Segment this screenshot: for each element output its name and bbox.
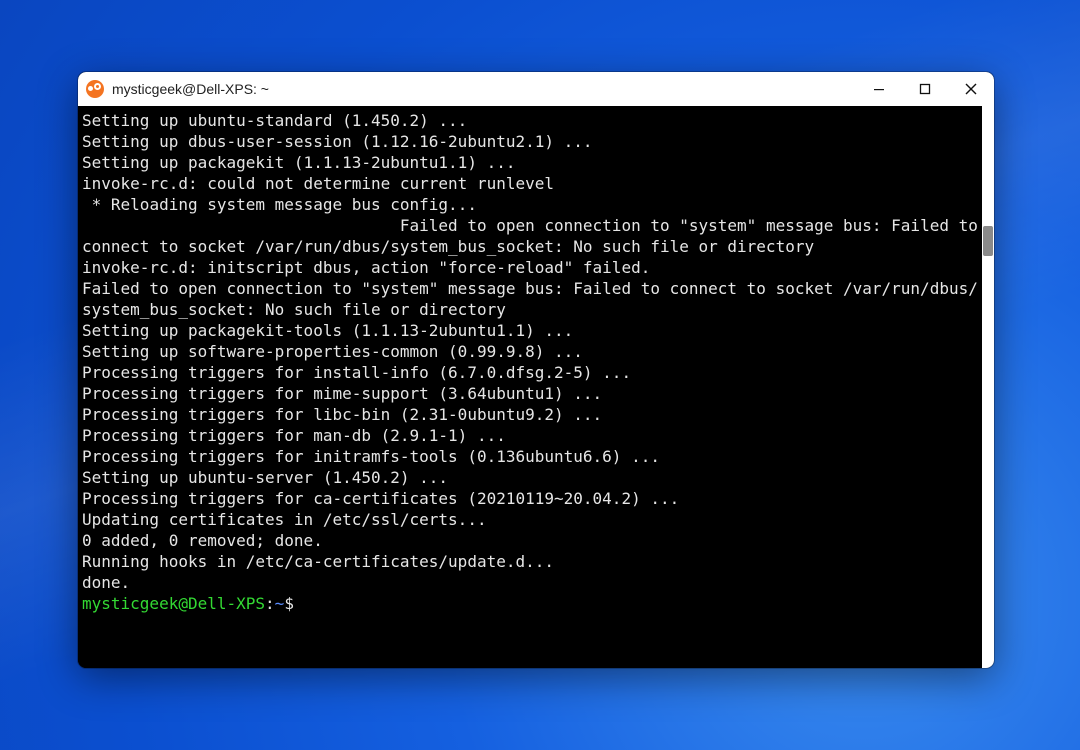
- terminal-window: mysticgeek@Dell-XPS: ~: [78, 72, 994, 668]
- terminal-line: invoke-rc.d: initscript dbus, action "fo…: [82, 257, 978, 278]
- maximize-icon: [919, 83, 931, 95]
- close-button[interactable]: [948, 72, 994, 106]
- terminal-line: Setting up software-properties-common (0…: [82, 341, 978, 362]
- terminal-line: Processing triggers for man-db (2.9.1-1)…: [82, 425, 978, 446]
- prompt-dollar: $: [284, 594, 303, 613]
- terminal-line: 0 added, 0 removed; done.: [82, 530, 978, 551]
- terminal-line: Running hooks in /etc/ca-certificates/up…: [82, 551, 978, 572]
- scrollbar-track[interactable]: [982, 106, 994, 668]
- terminal-line: Setting up packagekit (1.1.13-2ubuntu1.1…: [82, 152, 978, 173]
- scrollbar-thumb[interactable]: [983, 226, 993, 256]
- maximize-button[interactable]: [902, 72, 948, 106]
- ubuntu-icon: [86, 80, 104, 98]
- minimize-button[interactable]: [856, 72, 902, 106]
- terminal-prompt[interactable]: mysticgeek@Dell-XPS:~$: [82, 593, 978, 614]
- terminal-line: Processing triggers for libc-bin (2.31-0…: [82, 404, 978, 425]
- prompt-separator: :: [265, 594, 275, 613]
- terminal-output[interactable]: Setting up ubuntu-standard (1.450.2) ...…: [78, 108, 982, 666]
- terminal-line: * Reloading system message bus config...: [82, 194, 978, 215]
- titlebar[interactable]: mysticgeek@Dell-XPS: ~: [78, 72, 994, 106]
- window-controls: [856, 72, 994, 106]
- terminal-line: Failed to open connection to "system" me…: [82, 215, 978, 257]
- terminal-line: done.: [82, 572, 978, 593]
- terminal-line: Setting up ubuntu-standard (1.450.2) ...: [82, 110, 978, 131]
- desktop-background: mysticgeek@Dell-XPS: ~: [0, 0, 1080, 750]
- window-title: mysticgeek@Dell-XPS: ~: [112, 81, 856, 97]
- terminal-line: Setting up packagekit-tools (1.1.13-2ubu…: [82, 320, 978, 341]
- terminal-line: Updating certificates in /etc/ssl/certs.…: [82, 509, 978, 530]
- terminal-line: Processing triggers for ca-certificates …: [82, 488, 978, 509]
- close-icon: [965, 83, 977, 95]
- prompt-user: mysticgeek: [82, 594, 178, 613]
- terminal-line: Processing triggers for initramfs-tools …: [82, 446, 978, 467]
- prompt-path: ~: [275, 594, 285, 613]
- terminal-line: Processing triggers for install-info (6.…: [82, 362, 978, 383]
- terminal-line: Setting up dbus-user-session (1.12.16-2u…: [82, 131, 978, 152]
- terminal-viewport[interactable]: Setting up ubuntu-standard (1.450.2) ...…: [78, 106, 994, 668]
- terminal-line: Failed to open connection to "system" me…: [82, 278, 978, 320]
- minimize-icon: [873, 83, 885, 95]
- terminal-line: invoke-rc.d: could not determine current…: [82, 173, 978, 194]
- terminal-line: Processing triggers for mime-support (3.…: [82, 383, 978, 404]
- prompt-host: @Dell-XPS: [178, 594, 265, 613]
- terminal-line: Setting up ubuntu-server (1.450.2) ...: [82, 467, 978, 488]
